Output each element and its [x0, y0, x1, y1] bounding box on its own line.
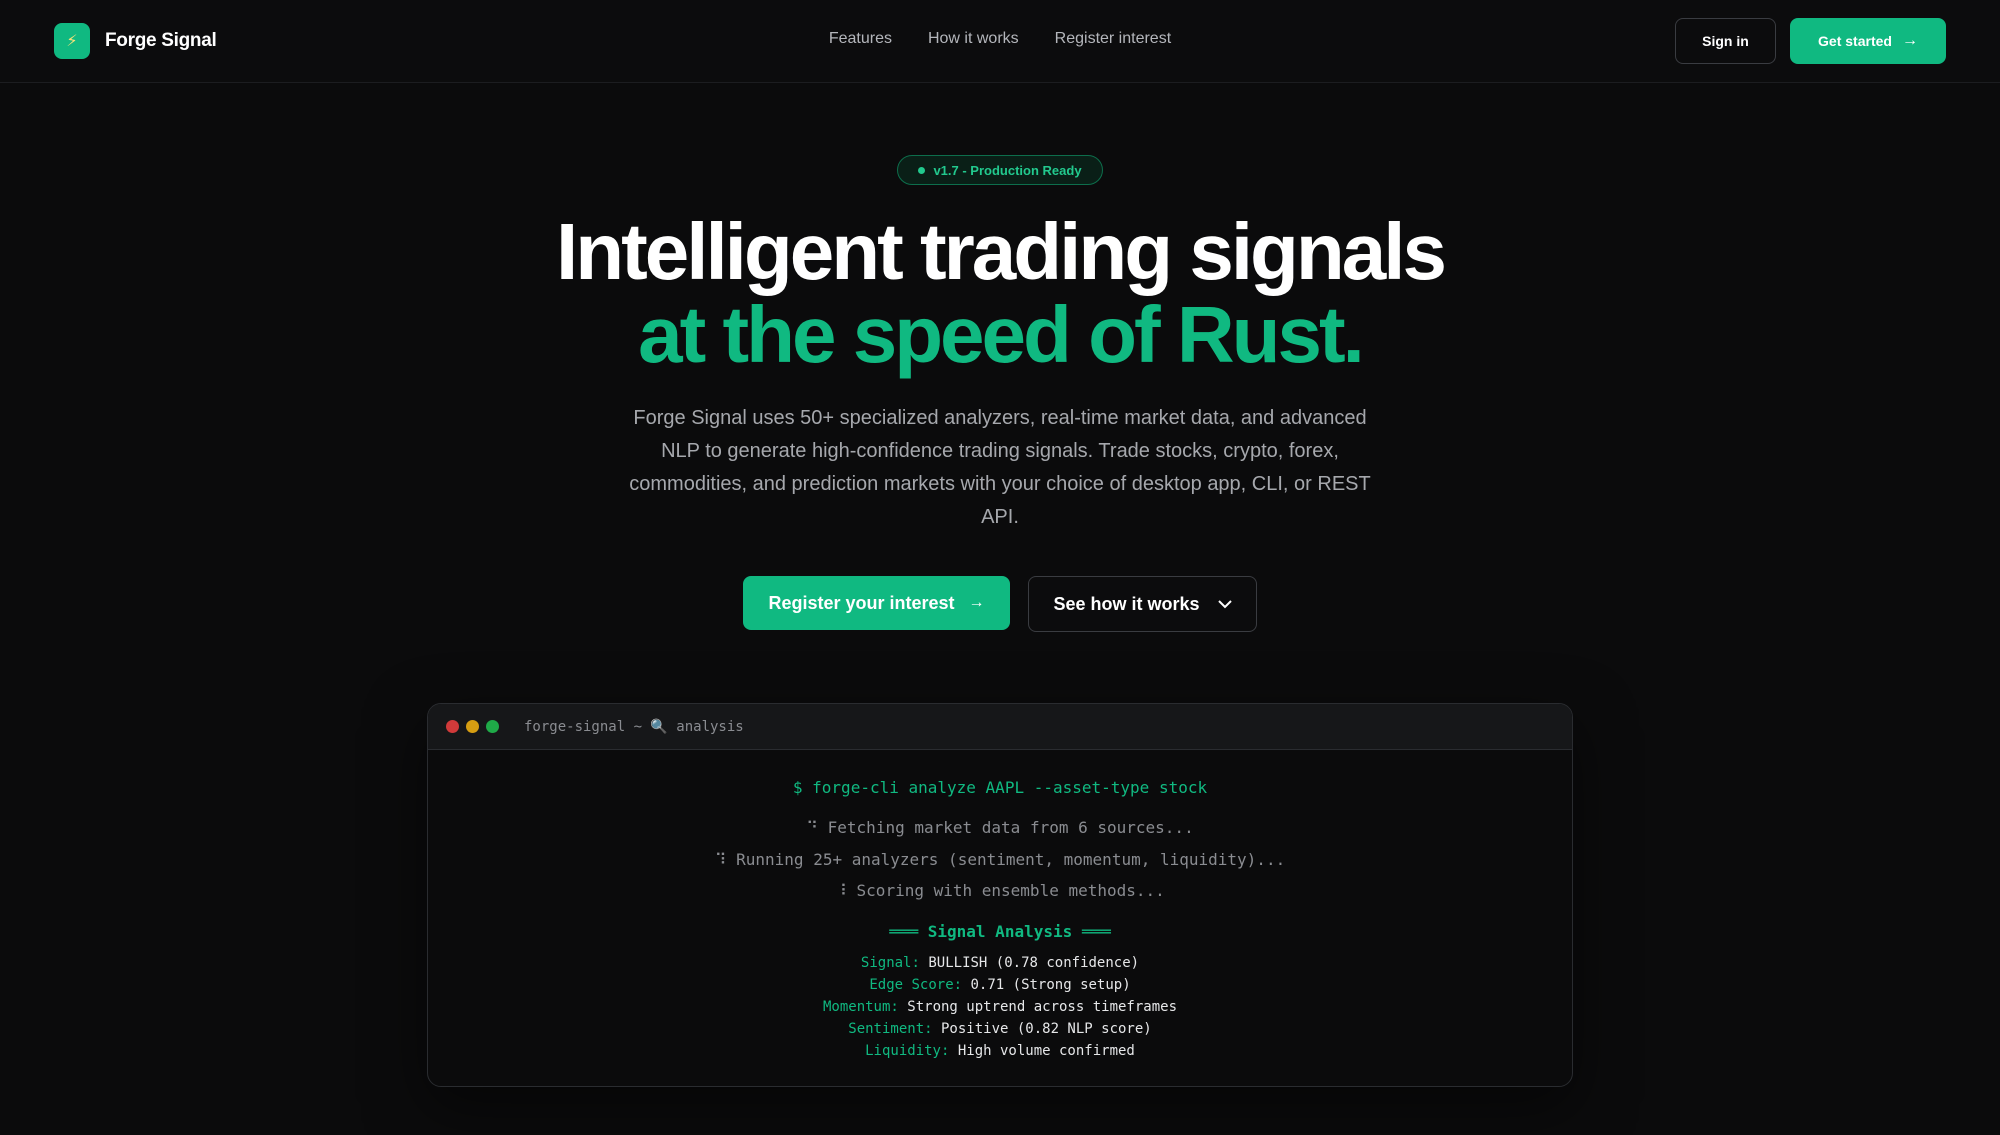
- result-key: Edge Score:: [869, 977, 963, 993]
- result-key: Liquidity:: [865, 1043, 950, 1059]
- hero-subtitle: Forge Signal uses 50+ specialized analyz…: [629, 407, 1371, 528]
- minimize-dot-icon: [466, 720, 479, 733]
- version-badge-label: v1.7 - Production Ready: [933, 162, 1082, 178]
- status-dot-icon: [918, 166, 926, 174]
- terminal-command: $ forge-cli analyze AAPL --asset-type st…: [792, 778, 1208, 797]
- terminal-window: forge-signal ~ 🔍 analysis $ forge-cli an…: [427, 703, 1573, 1087]
- register-interest-button[interactable]: Register your interest →: [743, 576, 1010, 630]
- terminal-step: ⠸ Scoring with ensemble methods...: [835, 881, 1165, 900]
- arrow-right-icon: →: [968, 594, 985, 611]
- result-row-liquidity: Liquidity: High volume confirmed: [428, 1043, 1572, 1059]
- close-dot-icon: [446, 720, 459, 733]
- version-badge: v1.7 - Production Ready: [897, 155, 1103, 185]
- nav-link-features[interactable]: Features: [829, 30, 892, 48]
- result-value: Positive (0.82 NLP score): [941, 1021, 1152, 1037]
- sign-in-button[interactable]: Sign in: [1675, 18, 1776, 64]
- result-value: High volume confirmed: [957, 1043, 1135, 1059]
- chevron-down-icon: [1217, 596, 1232, 612]
- register-interest-label: Register your interest: [768, 592, 955, 613]
- see-how-it-works-label: See how it works: [1053, 593, 1200, 614]
- result-value: BULLISH (0.78 confidence): [928, 955, 1140, 971]
- hero-title-line1: Intelligent trading signals: [556, 207, 1447, 296]
- terminal-step: ⠙ Fetching market data from 6 sources...: [806, 818, 1194, 837]
- get-started-button[interactable]: Get started →: [1790, 18, 1946, 64]
- result-key: Momentum:: [822, 999, 899, 1015]
- result-value: 0.71 (Strong setup): [970, 977, 1131, 993]
- result-key: Signal:: [860, 955, 920, 971]
- terminal-title: forge-signal ~ 🔍 analysis: [524, 718, 744, 735]
- result-row-edge-score: Edge Score: 0.71 (Strong setup): [428, 977, 1572, 993]
- result-row-signal: Signal: BULLISH (0.78 confidence): [428, 955, 1572, 971]
- nav-link-register-interest[interactable]: Register interest: [1055, 30, 1172, 48]
- get-started-label: Get started: [1818, 33, 1892, 49]
- top-navbar: ⚡ Forge Signal Features How it works Reg…: [0, 0, 2000, 83]
- maximize-dot-icon: [486, 720, 499, 733]
- terminal-step: ⠹ Running 25+ analyzers (sentiment, mome…: [714, 850, 1286, 869]
- arrow-right-icon: →: [1901, 32, 1918, 49]
- see-how-it-works-button[interactable]: See how it works: [1028, 576, 1257, 632]
- signal-analysis-heading: ═══ Signal Analysis ═══: [889, 922, 1111, 941]
- result-row-sentiment: Sentiment: Positive (0.82 NLP score): [428, 1021, 1572, 1037]
- result-value: Strong uptrend across timeframes: [907, 999, 1177, 1015]
- result-row-momentum: Momentum: Strong uptrend across timefram…: [428, 999, 1572, 1015]
- nav-link-how-it-works[interactable]: How it works: [928, 30, 1019, 48]
- hero-title: Intelligent trading signals at the speed…: [0, 210, 2000, 376]
- result-key: Sentiment:: [848, 1021, 933, 1037]
- terminal-title-bar: forge-signal ~ 🔍 analysis: [428, 704, 1572, 750]
- nav-actions: Sign in Get started →: [1675, 18, 1946, 64]
- hero-title-line2: at the speed of Rust.: [638, 290, 1365, 379]
- hero-cta-group: Register your interest → See how it work…: [0, 576, 2000, 632]
